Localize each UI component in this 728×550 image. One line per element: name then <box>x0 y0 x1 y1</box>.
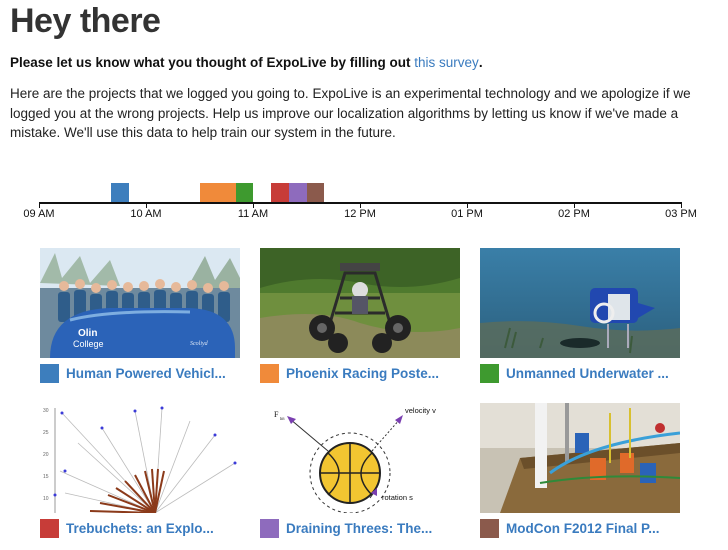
thumbnail-axis-label: 15 <box>43 474 49 480</box>
project-caption[interactable]: Phoenix Racing Poste... <box>260 363 480 383</box>
timeline-tick-label: 09 AM <box>23 208 55 220</box>
visit-timeline: 09 AM 10 AM 11 AM 12 PM 01 PM 02 PM 03 P… <box>0 178 728 228</box>
project-thumbnail[interactable]: Olin College Scoliyd <box>40 248 240 358</box>
project-caption[interactable]: Unmanned Underwater ... <box>480 363 700 383</box>
project-thumbnail[interactable] <box>480 403 680 513</box>
timeline-tick-label: 03 PM <box>665 208 697 220</box>
page-title: Hey there <box>10 2 161 40</box>
project-title-link[interactable]: Human Powered Vehicl... <box>66 366 226 381</box>
timeline-tick-label: 10 AM <box>130 208 162 220</box>
thumbnail-text: College <box>73 339 104 349</box>
timeline-tick-label: 12 PM <box>344 208 376 220</box>
timeline-tick-label: 01 PM <box>451 208 483 220</box>
thumbnail-text: velocity v <box>405 406 436 415</box>
project-color-swatch <box>260 363 279 383</box>
timeline-visit-trebuchets[interactable] <box>271 183 289 202</box>
project-title-link[interactable]: Unmanned Underwater ... <box>506 366 669 381</box>
project-title-link[interactable]: Trebuchets: an Explo... <box>66 521 214 536</box>
project-color-swatch <box>40 518 59 538</box>
project-caption[interactable]: Human Powered Vehicl... <box>40 363 260 383</box>
timeline-visit-human-powered-vehicle[interactable] <box>111 183 129 202</box>
timeline-visit-draining-threes[interactable] <box>289 183 307 202</box>
project-thumbnail[interactable]: 30 25 20 15 10 <box>40 403 240 513</box>
project-thumbnail[interactable] <box>480 248 680 358</box>
timeline-tick-label: 11 AM <box>237 208 269 220</box>
project-color-swatch <box>480 518 499 538</box>
timeline-tick-label: 02 PM <box>558 208 590 220</box>
timeline-visit-unmanned-underwater[interactable] <box>236 183 253 202</box>
thumbnail-axis-label: 25 <box>43 430 49 436</box>
thumbnail-text: F <box>274 410 279 419</box>
project-color-swatch <box>40 363 59 383</box>
survey-link[interactable]: this survey <box>414 55 479 70</box>
project-thumbnail[interactable] <box>260 248 460 358</box>
thumbnail-axis-label: 10 <box>43 496 49 502</box>
survey-prompt: Please let us know what you thought of E… <box>10 55 483 70</box>
project-color-swatch <box>260 518 279 538</box>
project-title-link[interactable]: ModCon F2012 Final P... <box>506 521 660 536</box>
project-caption[interactable]: ModCon F2012 Final P... <box>480 518 700 538</box>
project-caption[interactable]: Trebuchets: an Explo... <box>40 518 260 538</box>
timeline-visit-phoenix-racing[interactable] <box>218 183 236 202</box>
intro-paragraph: Here are the projects that we logged you… <box>10 86 691 140</box>
thumbnail-axis-label: 30 <box>43 408 49 414</box>
thumbnail-text: rotation s <box>382 493 413 502</box>
thumbnail-text: Olin <box>78 328 97 339</box>
survey-prompt-suffix: . <box>478 55 483 70</box>
thumbnail-axis-label: 20 <box>43 452 49 458</box>
timeline-visit-modcon[interactable] <box>307 183 324 202</box>
project-thumbnail[interactable]: F lift velocity v rotation s <box>260 403 460 513</box>
project-caption[interactable]: Draining Threes: The... <box>260 518 480 538</box>
timeline-visit-phoenix-racing[interactable] <box>200 183 218 202</box>
thumbnail-text: Scoliyd <box>190 341 209 347</box>
project-color-swatch <box>480 363 499 383</box>
survey-prompt-text: Please let us know what you thought of E… <box>10 55 415 70</box>
project-title-link[interactable]: Draining Threes: The... <box>286 521 432 536</box>
project-title-link[interactable]: Phoenix Racing Poste... <box>286 366 439 381</box>
